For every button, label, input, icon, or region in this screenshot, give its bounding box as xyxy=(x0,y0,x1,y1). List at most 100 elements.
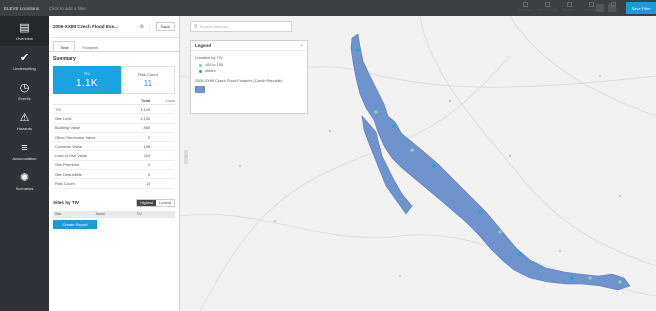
table-header: Total Loss xyxy=(53,96,175,105)
tab-total[interactable]: Total xyxy=(53,41,76,51)
filter-hint[interactable]: Click to add a filter xyxy=(49,6,86,11)
nav-label: Hazards xyxy=(17,125,32,131)
basemaps-button[interactable]: Basemaps xyxy=(580,0,602,16)
back-button[interactable]: Back xyxy=(156,22,175,31)
row-loss: - xyxy=(173,181,175,187)
legend-title: Legend xyxy=(195,43,212,48)
row-total: 11 xyxy=(146,181,151,187)
panel-title: 2006-XXIM Czech Flood Eve... xyxy=(53,24,118,29)
clock-icon: ◷ xyxy=(19,81,30,94)
row-label: Site Deductible xyxy=(55,171,82,177)
row-label: Other Structures Value xyxy=(55,134,96,140)
legend-header: Legend × xyxy=(191,41,307,51)
row-label: Site Limit xyxy=(55,115,72,121)
nav-scenarios[interactable]: ✺ Scenarios xyxy=(0,166,49,196)
nav-events[interactable]: ◷ Events xyxy=(0,76,49,106)
layers-button[interactable]: Layers xyxy=(602,0,624,16)
more-icon[interactable]: ⋮ xyxy=(147,24,152,30)
kpi-label: Risk Count xyxy=(138,72,158,77)
legend-dot xyxy=(199,69,202,73)
table-row: Loss of Use Value 110 - xyxy=(53,151,175,161)
collapse-panel-handle[interactable]: ‹ xyxy=(184,150,188,164)
legend-panel: Legend × Location by TIV 100 to 150 othe… xyxy=(190,40,308,114)
kpi-value: 1.1K xyxy=(76,78,98,89)
kpi-row: TIV 1.1K Risk Count 11 xyxy=(53,66,175,94)
row-total: 0 xyxy=(147,171,151,177)
sites-section-header: Sites by TIV Highest Lowest xyxy=(49,197,179,209)
sites-table-header: Site AccId TIV xyxy=(53,210,175,218)
panel-header: 2006-XXIM Czech Flood Eve... ⚙ ⋮ Back xyxy=(49,16,179,38)
kpi-tiv: TIV 1.1K xyxy=(53,66,121,94)
close-icon[interactable]: × xyxy=(300,43,303,48)
row-loss: - xyxy=(173,106,175,112)
row-label: Loss of Use Value xyxy=(55,153,88,159)
row-loss: - xyxy=(173,134,175,140)
col-header: Loss xyxy=(165,97,175,103)
row-label: Building Value xyxy=(55,125,81,131)
deselect-button[interactable]: Deselect xyxy=(514,0,536,16)
row-label: Contents Value xyxy=(55,143,83,149)
nav-label: Accumulation xyxy=(12,155,37,161)
tool-label: Measure xyxy=(562,8,576,12)
tab-footprint[interactable]: Footprint xyxy=(75,41,105,51)
row-total: 0 xyxy=(147,134,151,140)
kpi-label: TIV xyxy=(83,71,91,76)
row-label: Site Premium xyxy=(55,162,80,168)
breadcrumb[interactable]: ELEVE Locations xyxy=(0,6,39,11)
left-nav: ▤ Overview ✔ Underwriting ◷ Events ⚠ Haz… xyxy=(0,16,49,311)
table-row: Building Value 860 - xyxy=(53,124,175,133)
measure-icon xyxy=(566,2,572,7)
table-row: Contents Value 150 - xyxy=(53,142,175,152)
col-header: Site xyxy=(55,212,62,217)
search-address-input[interactable]: ⚲ Search Address xyxy=(190,21,292,32)
legend-item-label: 100 to 150 xyxy=(205,63,223,67)
tool-label: Layers xyxy=(608,8,618,12)
nav-hazards[interactable]: ⚠ Hazards xyxy=(0,106,49,136)
nav-overview[interactable]: ▤ Overview xyxy=(0,16,49,46)
table-row: Site Limit 1,100 - xyxy=(53,114,175,124)
select-on-map-button[interactable]: Select On Map xyxy=(536,0,558,16)
row-loss: - xyxy=(173,125,175,131)
tool-label: Deselect xyxy=(518,8,532,12)
nav-accumulation[interactable]: ≡ Accumulation xyxy=(0,136,49,166)
event-panel: 2006-XXIM Czech Flood Eve... ⚙ ⋮ Back To… xyxy=(49,16,180,311)
table-row: TIV 1,100 - xyxy=(53,105,175,115)
row-total: 110 xyxy=(143,153,151,159)
legend-dot xyxy=(199,63,202,67)
create-report-button[interactable]: Create Report xyxy=(53,219,97,229)
row-total: 0 xyxy=(147,162,151,168)
flood-footprint xyxy=(350,33,631,291)
search-placeholder: Search Address xyxy=(199,24,228,29)
sort-toggle: Highest Lowest xyxy=(136,198,175,207)
summary-table: Total Loss TIV 1,100 - Site Limit 1,100 - Bu… xyxy=(53,96,175,189)
deselect-icon xyxy=(522,2,528,7)
select-icon xyxy=(544,2,550,7)
toggle-highest[interactable]: Highest xyxy=(137,199,156,206)
check-icon: ✔ xyxy=(19,51,30,64)
nav-underwriting[interactable]: ✔ Underwriting xyxy=(0,46,49,76)
legend-footprint-swatch xyxy=(195,86,205,93)
tool-label: Basemaps xyxy=(583,8,599,12)
row-total: 1,100 xyxy=(140,106,151,112)
legend-section-title: Location by TIV xyxy=(195,55,223,60)
row-total: 860 xyxy=(143,125,151,131)
legend-item-label: others xyxy=(205,69,216,73)
layers-icon xyxy=(610,2,616,7)
measure-button[interactable]: Measure xyxy=(558,0,580,16)
chart-icon: ▤ xyxy=(19,21,30,34)
legend-footprint-title: 2006-XXIM Czech Flood Footprint (Czech R… xyxy=(195,79,283,83)
col-header: TIV xyxy=(136,212,142,217)
row-total: 1,100 xyxy=(140,115,151,121)
row-loss: - xyxy=(173,115,175,121)
table-row: Site Deductible 0 - xyxy=(53,170,175,180)
table-row: Other Structures Value 0 - xyxy=(53,133,175,143)
map-view[interactable]: ⚲ Search Address Legend × Location by TI… xyxy=(180,16,656,311)
row-loss: - xyxy=(173,153,175,159)
col-header: AccId xyxy=(95,212,105,217)
toggle-lowest[interactable]: Lowest xyxy=(156,200,174,206)
kpi-risk-count: Risk Count 11 xyxy=(120,66,175,94)
edit-icon[interactable]: ⚙ xyxy=(140,24,144,30)
row-label: Risk Count xyxy=(55,181,75,187)
save-filter-button[interactable]: Save Filter xyxy=(626,2,656,14)
map-tools: Deselect Select On Map Measure Basemaps … xyxy=(514,0,624,16)
